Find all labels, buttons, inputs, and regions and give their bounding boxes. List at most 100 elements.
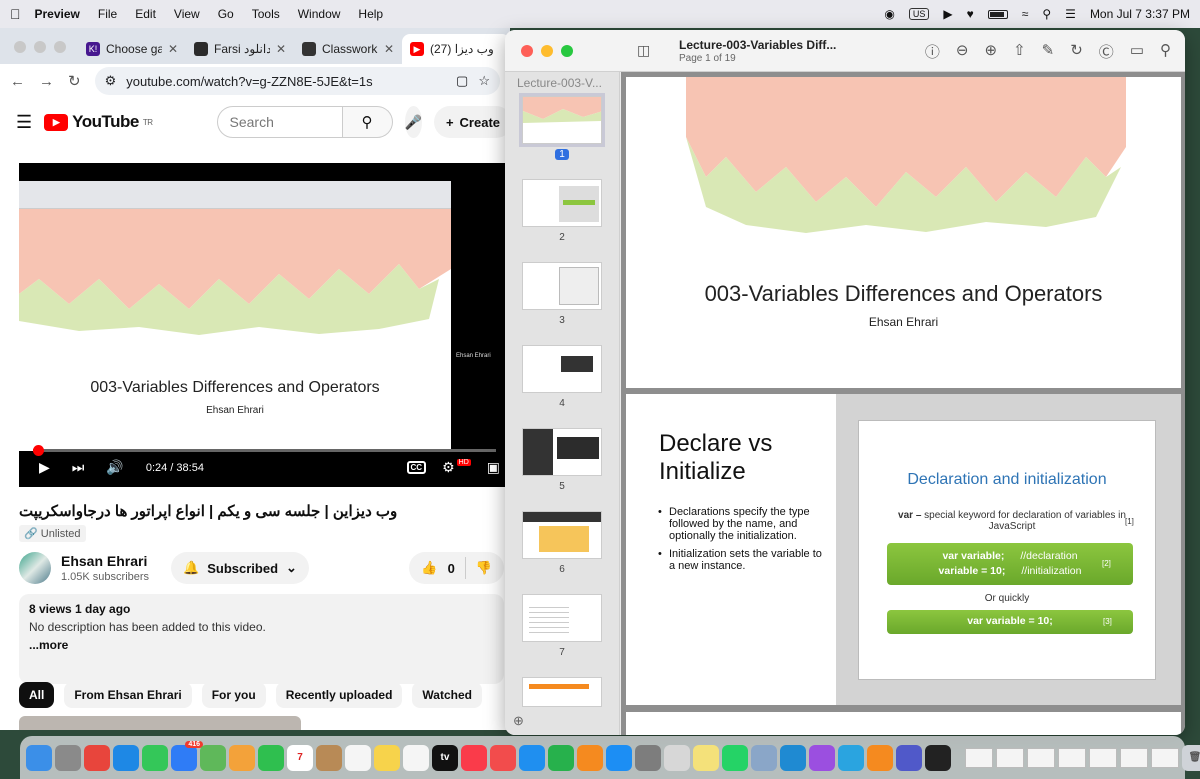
menu-icon[interactable]: ☰ (16, 112, 32, 133)
chrome-icon[interactable] (84, 744, 110, 771)
apple-menu-icon[interactable]:  (10, 6, 21, 22)
close-tab-icon[interactable]: ✕ (276, 42, 286, 56)
zoom-in-icon[interactable]: ⊕ (984, 41, 997, 62)
minimized-window[interactable] (1027, 747, 1055, 768)
document-view[interactable]: 003-Variables Differences and Operators … (621, 72, 1185, 735)
minimize-window-button[interactable] (34, 41, 46, 53)
rotate-icon[interactable]: ↻ (1070, 41, 1083, 62)
app-menu-preview[interactable]: Preview (35, 7, 80, 21)
zoom-out-icon[interactable]: ⊖ (956, 41, 969, 62)
chip-watched[interactable]: Watched (412, 682, 482, 708)
creative-cloud-icon[interactable]: ◉ (884, 7, 894, 21)
youtube-logo[interactable]: ▶ YouTube TR (44, 112, 153, 132)
volume-icon[interactable]: 🔊 (106, 459, 123, 476)
thumbnail-page-5[interactable] (522, 428, 602, 476)
pages-icon[interactable] (577, 744, 603, 771)
form-fill-icon[interactable]: ▭ (1130, 41, 1144, 62)
telegram-icon[interactable] (838, 744, 864, 771)
news-icon[interactable] (490, 744, 516, 771)
whatsapp-icon[interactable] (722, 744, 748, 771)
annotate-icon[interactable]: Ⓒ (1099, 41, 1114, 62)
vscode-icon[interactable] (780, 744, 806, 771)
address-bar[interactable]: ⚙ youtube.com/watch?v=g-ZZN8E-5JE&t=1s ▢… (94, 67, 500, 95)
tv-icon[interactable]: tv (432, 744, 458, 771)
photos-icon[interactable] (229, 744, 255, 771)
play-icon[interactable]: ▶ (39, 459, 50, 476)
finder-icon[interactable] (26, 744, 52, 771)
menu-file[interactable]: File (98, 7, 117, 21)
minimized-window[interactable] (996, 747, 1024, 768)
markup-pen-icon[interactable]: ✎ (1042, 41, 1055, 62)
menu-edit[interactable]: Edit (135, 7, 156, 21)
channel-name[interactable]: Ehsan Ehrari (61, 553, 149, 569)
create-button[interactable]: + Create (433, 106, 510, 138)
forward-icon[interactable]: → (39, 73, 54, 90)
play-status-icon[interactable]: ▶ (943, 7, 952, 21)
calendar-icon[interactable]: 7 (287, 744, 313, 771)
info-icon[interactable]: ⓘ (925, 41, 940, 62)
launchpad-icon[interactable] (55, 744, 81, 771)
share-icon[interactable]: ⇧ (1013, 41, 1026, 62)
video-player[interactable]: 003-Variables Differences and Operators … (19, 163, 510, 487)
thumbnail-page-2[interactable] (522, 179, 602, 227)
thumbnail-page-7[interactable] (522, 594, 602, 642)
heart-icon[interactable]: ♥ (967, 7, 974, 21)
teams-icon[interactable] (896, 744, 922, 771)
freeform-icon[interactable] (403, 744, 429, 771)
recommended-video-thumbnail[interactable] (19, 716, 301, 730)
minimized-window[interactable] (1151, 747, 1179, 768)
next-icon[interactable]: ⏭ (72, 459, 85, 476)
channel-avatar[interactable] (19, 552, 51, 584)
control-center-icon[interactable]: ☰ (1065, 7, 1076, 21)
thumbnail-page-1[interactable] (519, 93, 605, 147)
trash-icon[interactable]: 🗑 (1182, 744, 1200, 771)
minimized-window[interactable] (1089, 747, 1117, 768)
search-icon[interactable]: ⚲ (1160, 41, 1171, 62)
thumbnail-page-4[interactable] (522, 345, 602, 393)
search-icon[interactable]: ⚲ (342, 106, 393, 138)
music-icon[interactable] (461, 744, 487, 771)
wifi-icon[interactable]: ≈ (1022, 7, 1029, 21)
books-icon[interactable] (867, 744, 893, 771)
miniplayer-icon[interactable]: ▣ (487, 459, 500, 476)
menu-go[interactable]: Go (218, 7, 234, 21)
podcasts-icon[interactable] (809, 744, 835, 771)
search-input[interactable]: Search (216, 106, 343, 138)
chip-from-channel[interactable]: From Ehsan Ehrari (64, 682, 192, 708)
preview-icon[interactable] (664, 744, 690, 771)
battery-icon[interactable] (987, 9, 1008, 19)
description-box[interactable]: 8 views 1 day ago No description has bee… (19, 594, 504, 684)
thumbnail-page-3[interactable] (522, 262, 602, 310)
zoom-window-button[interactable] (54, 41, 66, 53)
safari-icon[interactable] (113, 744, 139, 771)
document-title[interactable]: Lecture-003-Variables Diff... (679, 38, 836, 52)
menu-view[interactable]: View (174, 7, 200, 21)
close-window-button[interactable] (14, 41, 26, 53)
minimized-window[interactable] (965, 747, 993, 768)
zoom-window-button[interactable] (561, 45, 573, 57)
reload-icon[interactable]: ↻ (68, 72, 81, 90)
clock[interactable]: Mon Jul 7 3:37 PM (1090, 7, 1190, 21)
like-icon[interactable]: 👍 (421, 560, 437, 576)
reminders-icon[interactable] (345, 744, 371, 771)
mail-icon[interactable]: 416 (171, 740, 203, 771)
subscribed-button[interactable]: 🔔 Subscribed ⌄ (171, 552, 309, 584)
numbers-icon[interactable] (548, 744, 574, 771)
menu-window[interactable]: Window (298, 7, 341, 21)
keynote-icon[interactable] (519, 744, 545, 771)
chip-all[interactable]: All (19, 682, 55, 708)
contacts-icon[interactable] (316, 744, 342, 771)
add-page-icon[interactable]: ⊕ (513, 713, 524, 729)
close-window-button[interactable] (521, 45, 533, 57)
sidebar-toggle-icon[interactable]: ◫ (637, 42, 650, 59)
system-settings-icon[interactable] (635, 744, 661, 771)
progress-bar[interactable] (32, 445, 496, 456)
facetime-icon[interactable] (258, 744, 284, 771)
browser-tab-youtube[interactable]: ▶ (27) وب دیزا (402, 34, 510, 64)
menu-help[interactable]: Help (358, 7, 383, 21)
browser-tab-kahoot[interactable]: K! Choose gam ✕ (78, 34, 186, 64)
minimized-window[interactable] (1058, 747, 1086, 768)
app-store-icon[interactable] (606, 744, 632, 771)
thumbnail-page-6[interactable] (522, 511, 602, 559)
close-tab-icon[interactable]: ✕ (168, 42, 178, 56)
